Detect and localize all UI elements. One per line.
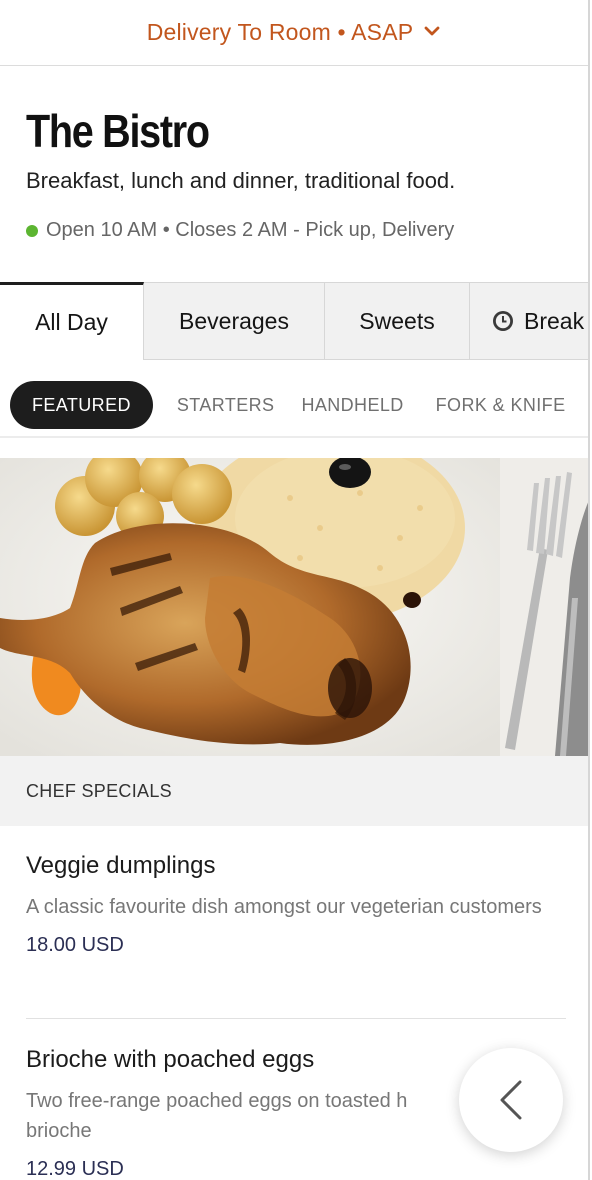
menu-tabs: All Day Beverages Sweets Break <box>0 282 588 360</box>
back-button[interactable] <box>459 1048 563 1152</box>
delivery-mode-selector[interactable]: Delivery To Room • ASAP <box>0 0 588 66</box>
hero-food-image <box>0 458 588 756</box>
menu-item-price: 18.00 USD <box>26 934 124 956</box>
category-chip-handheld[interactable]: HANDHELD <box>301 395 403 416</box>
tab-label: Break <box>524 307 585 334</box>
restaurant-header: The Bistro Breakfast, lunch and dinner, … <box>0 104 588 242</box>
section-header-chef-specials: CHEF SPECIALS <box>0 756 588 826</box>
tab-breakfast[interactable]: Break <box>470 282 588 360</box>
clock-icon <box>493 311 513 331</box>
category-chip-starters[interactable]: STARTERS <box>177 395 275 416</box>
category-chip-fork-knife[interactable]: FORK & KNIFE <box>436 395 566 416</box>
menu-item-description: Two free-range poached eggs on toasted h… <box>26 1090 408 1142</box>
chevron-left-icon <box>500 1080 522 1120</box>
app-screen: Delivery To Room • ASAP The Bistro Break… <box>0 0 590 1180</box>
menu-item[interactable]: Veggie dumplings A classic favourite dis… <box>26 852 566 957</box>
menu-item-price: 12.99 USD <box>26 1158 124 1180</box>
grilled-chicken-image <box>0 458 588 756</box>
open-status-dot-icon <box>26 224 38 237</box>
restaurant-status: Open 10 AM • Closes 2 AM - Pick up, Deli… <box>26 219 562 242</box>
tab-label: All Day <box>35 309 108 335</box>
menu-item-description: A classic favourite dish amongst our veg… <box>26 896 542 918</box>
tab-label: Sweets <box>359 307 435 334</box>
category-chip-featured[interactable]: FEATURED <box>10 381 153 429</box>
category-filter-bar: FEATURED STARTERS HANDHELD FORK & KNIFE … <box>0 374 588 438</box>
tab-beverages[interactable]: Beverages <box>144 282 325 360</box>
chevron-down-icon <box>424 26 440 35</box>
restaurant-description: Breakfast, lunch and dinner, traditional… <box>26 168 456 193</box>
restaurant-status-text: Open 10 AM • Closes 2 AM - Pick up, Deli… <box>46 219 455 241</box>
tab-label: Beverages <box>179 307 289 334</box>
menu-item-name: Veggie dumplings <box>26 852 216 879</box>
divider <box>26 1018 566 1019</box>
delivery-mode-label: Delivery To Room • ASAP <box>146 19 414 45</box>
tab-all-day[interactable]: All Day <box>0 282 144 360</box>
category-chip-more[interactable]: S <box>587 395 588 416</box>
tab-sweets[interactable]: Sweets <box>325 282 470 360</box>
restaurant-name: The Bistro <box>26 105 210 157</box>
